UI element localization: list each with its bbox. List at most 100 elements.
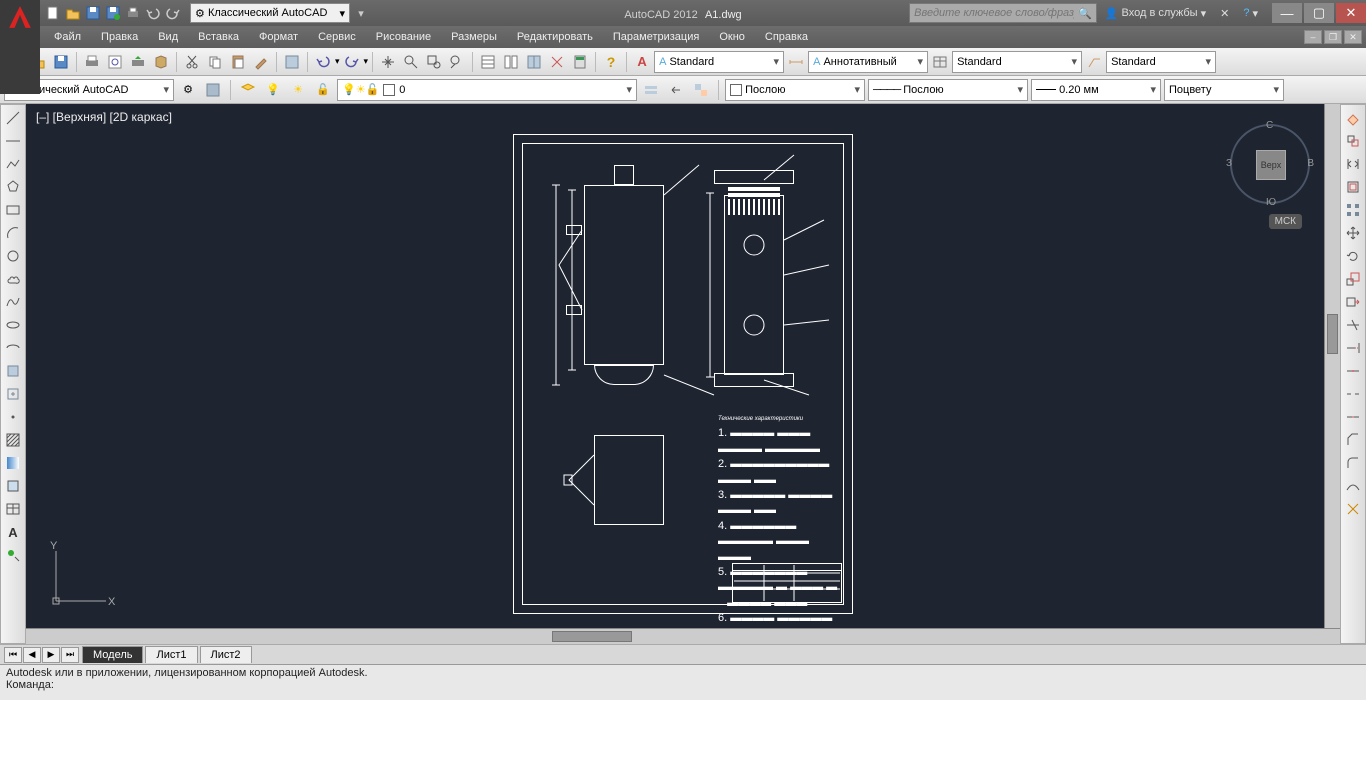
qat-undo-icon[interactable] — [144, 4, 162, 22]
workspace-save-icon[interactable] — [202, 79, 224, 101]
menu-view[interactable]: Вид — [148, 26, 188, 48]
linetype-combo[interactable]: ──── Послою▾ — [868, 79, 1028, 101]
qat-open-icon[interactable] — [64, 4, 82, 22]
save-icon[interactable] — [50, 51, 72, 73]
trim-icon[interactable] — [1342, 314, 1364, 336]
signin-button[interactable]: 👤 Вход в службы ▾ — [1101, 3, 1210, 23]
zoom-realtime-icon[interactable] — [400, 51, 422, 73]
menu-insert[interactable]: Вставка — [188, 26, 249, 48]
3dprint-icon[interactable] — [150, 51, 172, 73]
layer-lock-icon[interactable]: 🔓 — [312, 79, 334, 101]
point-icon[interactable] — [2, 406, 24, 428]
fillet-icon[interactable] — [1342, 452, 1364, 474]
vertical-scrollbar[interactable] — [1324, 104, 1340, 628]
help-button[interactable]: ?▾ — [1239, 3, 1262, 23]
tab-last-button[interactable]: ⏭ — [61, 647, 79, 663]
menu-edit[interactable]: Правка — [91, 26, 148, 48]
stretch-icon[interactable] — [1342, 291, 1364, 313]
menu-window[interactable]: Окно — [709, 26, 755, 48]
close-button[interactable]: ✕ — [1336, 3, 1366, 23]
publish-icon[interactable] — [127, 51, 149, 73]
text-style-combo[interactable]: A Standard▾ — [654, 51, 784, 73]
mdi-close-button[interactable]: ✕ — [1344, 30, 1362, 44]
plotstyle-combo[interactable]: Поцвету▾ — [1164, 79, 1284, 101]
menu-help[interactable]: Справка — [755, 26, 818, 48]
menu-draw[interactable]: Рисование — [366, 26, 441, 48]
hatch-icon[interactable] — [2, 429, 24, 451]
infocenter-search[interactable]: 🔍 — [909, 3, 1097, 23]
join-icon[interactable] — [1342, 406, 1364, 428]
menu-file[interactable]: Файл — [44, 26, 91, 48]
revcloud-icon[interactable] — [2, 268, 24, 290]
scale-icon[interactable] — [1342, 268, 1364, 290]
move-icon[interactable] — [1342, 222, 1364, 244]
markup-icon[interactable] — [546, 51, 568, 73]
zoom-window-icon[interactable] — [423, 51, 445, 73]
horizontal-scrollbar[interactable] — [26, 628, 1340, 644]
mdi-minimize-button[interactable]: – — [1304, 30, 1322, 44]
workspace-selector[interactable]: ⚙ Классический AutoCAD ▾ — [190, 3, 350, 23]
plot-icon[interactable] — [81, 51, 103, 73]
polyline-icon[interactable] — [2, 153, 24, 175]
undo-icon[interactable] — [312, 51, 334, 73]
layer-match-icon[interactable] — [690, 79, 712, 101]
table-style-icon[interactable] — [929, 51, 951, 73]
layer-freeze-icon[interactable]: ☀ — [287, 79, 309, 101]
blend-icon[interactable] — [1342, 475, 1364, 497]
sheet-set-icon[interactable] — [500, 51, 522, 73]
mirror-icon[interactable] — [1342, 153, 1364, 175]
undo-dropdown[interactable]: ▾ — [335, 56, 340, 67]
search-icon[interactable]: 🔍 — [1078, 7, 1092, 20]
ellipse-arc-icon[interactable] — [2, 337, 24, 359]
minimize-button[interactable]: — — [1272, 3, 1302, 23]
layer-properties-icon[interactable]: <:path d="M2 9l6 3 6-3" fill="none" stro… — [237, 79, 259, 101]
make-block-icon[interactable] — [2, 383, 24, 405]
menu-modify[interactable]: Редактировать — [507, 26, 603, 48]
menu-parametric[interactable]: Параметризация — [603, 26, 709, 48]
drawing-viewport[interactable]: [–] [Верхняя] [2D каркас] — [26, 104, 1340, 644]
spline-icon[interactable] — [2, 291, 24, 313]
app-menu-button[interactable] — [0, 0, 40, 94]
layer-states-icon[interactable] — [640, 79, 662, 101]
quickcalc-icon[interactable] — [569, 51, 591, 73]
rotate-icon[interactable] — [1342, 245, 1364, 267]
qat-redo-icon[interactable] — [164, 4, 182, 22]
tab-first-button[interactable]: ⏮ — [4, 647, 22, 663]
layer-on-icon[interactable]: 💡 — [262, 79, 284, 101]
tab-layout2[interactable]: Лист2 — [200, 646, 252, 663]
polygon-icon[interactable] — [2, 176, 24, 198]
explode-icon[interactable] — [1342, 498, 1364, 520]
paste-icon[interactable] — [227, 51, 249, 73]
viewcube[interactable]: Верх С Ю В З — [1230, 124, 1310, 204]
copy-icon[interactable] — [204, 51, 226, 73]
viewport-controls[interactable]: [–] [Верхняя] [2D каркас] — [36, 110, 172, 124]
properties-icon[interactable] — [477, 51, 499, 73]
offset-icon[interactable] — [1342, 176, 1364, 198]
zoom-previous-icon[interactable] — [446, 51, 468, 73]
layer-combo[interactable]: 💡☀🔓 0▾ — [337, 79, 637, 101]
break-icon[interactable] — [1342, 383, 1364, 405]
block-editor-icon[interactable] — [281, 51, 303, 73]
arc-icon[interactable] — [2, 222, 24, 244]
help-icon[interactable]: ? — [600, 51, 622, 73]
dim-style-combo[interactable]: A Аннотативный▾ — [808, 51, 928, 73]
color-combo[interactable]: Послою▾ — [725, 79, 865, 101]
viewcube-face[interactable]: Верх — [1256, 150, 1286, 180]
layer-previous-icon[interactable] — [665, 79, 687, 101]
plot-preview-icon[interactable] — [104, 51, 126, 73]
array-icon[interactable] — [1342, 199, 1364, 221]
region-icon[interactable] — [2, 475, 24, 497]
match-prop-icon[interactable] — [250, 51, 272, 73]
line-icon[interactable] — [2, 107, 24, 129]
menu-format[interactable]: Формат — [249, 26, 308, 48]
tab-model[interactable]: Модель — [82, 646, 143, 663]
tool-palette-icon[interactable] — [523, 51, 545, 73]
mleader-style-combo[interactable]: Standard▾ — [1106, 51, 1216, 73]
qat-print-icon[interactable] — [124, 4, 142, 22]
construction-line-icon[interactable] — [2, 130, 24, 152]
workspace-settings-icon[interactable]: ⚙ — [177, 79, 199, 101]
table-icon[interactable] — [2, 498, 24, 520]
gradient-icon[interactable] — [2, 452, 24, 474]
command-line[interactable]: Autodesk или в приложении, лицензированн… — [0, 664, 1366, 700]
cut-icon[interactable] — [181, 51, 203, 73]
